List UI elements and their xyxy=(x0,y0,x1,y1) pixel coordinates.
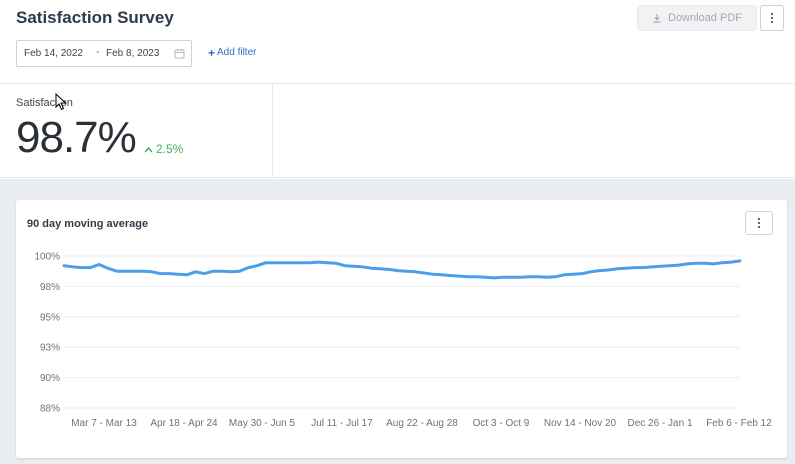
y-tick-label: 93% xyxy=(40,343,60,354)
date-range-picker[interactable]: Feb 14, 2022 - Feb 8, 2023 xyxy=(16,40,192,67)
kpi-panel: Satisfaction 98.7% 2.5% xyxy=(0,85,795,178)
calendar-icon xyxy=(174,49,185,59)
x-tick-label: Dec 26 - Jan 1 xyxy=(627,418,692,429)
kpi-divider xyxy=(272,85,273,178)
download-pdf-label: Download PDF xyxy=(668,12,742,24)
x-tick-label: May 30 - Jun 5 xyxy=(229,418,296,429)
chevron-up-icon xyxy=(144,146,153,152)
plus-icon: + xyxy=(208,45,216,60)
start-date: Feb 14, 2022 xyxy=(24,48,83,59)
date-separator: - xyxy=(96,47,100,58)
download-pdf-button[interactable]: Download PDF xyxy=(637,5,757,31)
kpi-change: 2.5% xyxy=(144,142,183,156)
y-tick-label: 100% xyxy=(34,252,60,263)
end-date: Feb 8, 2023 xyxy=(106,48,160,59)
moving-average-chart: 100% 98% 95% 93% 90% 88% Mar 7 - Mar 13 Apr 18 … xyxy=(34,252,772,430)
x-tick-label: Nov 14 - Nov 20 xyxy=(544,418,617,429)
header-more-button[interactable] xyxy=(760,5,784,31)
x-tick-label: Jul 11 - Jul 17 xyxy=(311,418,373,429)
download-icon xyxy=(653,14,661,23)
y-tick-label: 95% xyxy=(40,312,60,323)
y-tick-label: 90% xyxy=(40,373,60,384)
page-title: Satisfaction Survey xyxy=(16,8,174,27)
x-tick-label: Feb 6 - Feb 12 xyxy=(706,418,772,429)
page-header: Satisfaction Survey Download PDF Feb 14,… xyxy=(0,0,795,84)
kebab-icon xyxy=(771,13,773,23)
x-tick-label: Aug 22 - Aug 28 xyxy=(386,418,458,429)
kpi-value: 98.7% xyxy=(16,113,137,162)
x-tick-label: Mar 7 - Mar 13 xyxy=(71,418,137,429)
y-tick-label: 98% xyxy=(40,282,60,293)
y-tick-label: 88% xyxy=(40,404,60,415)
kpi-change-value: 2.5% xyxy=(156,142,184,156)
series-line xyxy=(62,259,742,280)
add-filter-link[interactable]: + Add filter xyxy=(208,45,257,60)
mouse-cursor-icon xyxy=(55,93,67,111)
add-filter-label: Add filter xyxy=(217,47,257,58)
x-tick-label: Apr 18 - Apr 24 xyxy=(150,418,218,429)
x-tick-label: Oct 3 - Oct 9 xyxy=(473,418,530,429)
